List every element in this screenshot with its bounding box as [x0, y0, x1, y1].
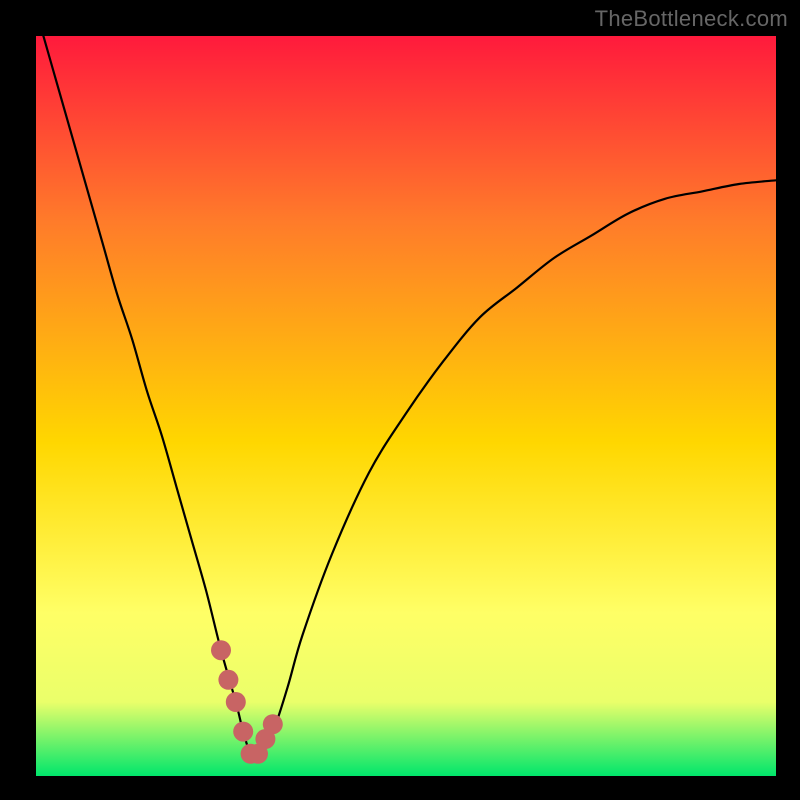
highlight-marker [233, 722, 253, 742]
highlight-marker [226, 692, 246, 712]
chart-stage: TheBottleneck.com [0, 0, 800, 800]
highlight-marker [263, 714, 283, 734]
gradient-background [36, 36, 776, 776]
plot-area [36, 36, 776, 776]
highlight-marker [211, 640, 231, 660]
highlight-marker [218, 670, 238, 690]
chart-svg [36, 36, 776, 776]
watermark-text: TheBottleneck.com [595, 6, 788, 32]
